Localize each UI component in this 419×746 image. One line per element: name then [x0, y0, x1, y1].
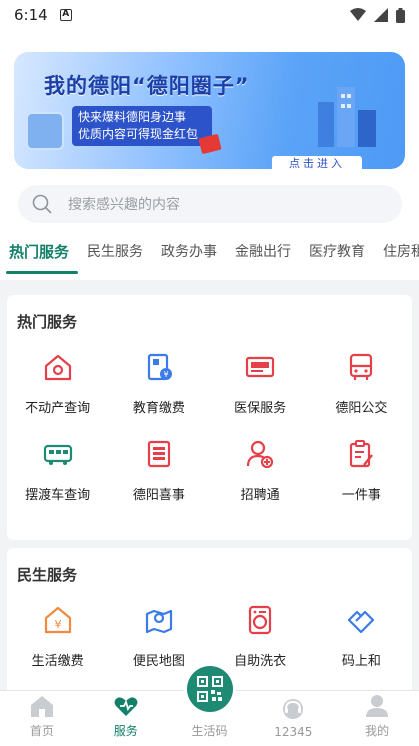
- nav-label: 12345: [274, 725, 313, 739]
- section-title: 热门服务: [17, 313, 78, 331]
- medical-insurance-card-icon: [244, 351, 276, 383]
- map-icon: [143, 604, 175, 636]
- life-code-button[interactable]: [187, 666, 233, 712]
- wifi-icon: [350, 8, 366, 21]
- service-label: 医保服务: [234, 401, 287, 416]
- service-deyang-wedding[interactable]: 德阳喜事: [108, 438, 209, 503]
- banner-subtitle: 快来爆料德阳身边事 优质内容可得现金红包: [72, 106, 212, 146]
- svg-text:¥: ¥: [163, 370, 168, 379]
- checklist-icon: [345, 438, 377, 470]
- tab-livelihood-services[interactable]: 民生服务: [78, 234, 152, 274]
- hot-services-card: 热门服务 不动产查询 ¥ 教育缴费 医保服务 德阳公交 摆渡车查询 德阳喜事 招…: [7, 295, 412, 540]
- status-bar: 6:14 A: [0, 0, 419, 30]
- utility-payment-icon: ¥: [42, 604, 74, 636]
- home-icon: [29, 694, 55, 718]
- category-tabs: 热门服务 民生服务 政务办事 金融出行 医疗教育 住房租: [0, 234, 419, 274]
- recruitment-icon: [244, 438, 276, 470]
- service-convenience-map[interactable]: 便民地图: [108, 604, 209, 669]
- service-one-thing[interactable]: 一件事: [311, 438, 412, 503]
- city-illustration-icon: [318, 87, 376, 147]
- service-education-payment[interactable]: ¥ 教育缴费: [108, 351, 209, 416]
- service-label: 教育缴费: [132, 401, 185, 416]
- service-label: 便民地图: [132, 654, 185, 669]
- banner-enter-button[interactable]: 点击进入: [272, 156, 362, 169]
- profile-icon: [364, 694, 390, 718]
- tab-hot-services[interactable]: 热门服务: [0, 234, 79, 274]
- wedding-icon: [143, 438, 175, 470]
- washing-machine-icon: [244, 604, 276, 636]
- service-recruitment[interactable]: 招聘通: [210, 438, 311, 503]
- nav-profile[interactable]: 我的: [335, 691, 419, 746]
- service-code-he[interactable]: 码上和: [311, 604, 412, 669]
- nav-home[interactable]: 首页: [0, 691, 84, 746]
- shuttle-bus-icon: [42, 438, 74, 470]
- bus-icon: [345, 351, 377, 383]
- service-shuttle-bus-query[interactable]: 摆渡车查询: [7, 438, 108, 503]
- nav-label: 生活码: [191, 724, 228, 738]
- nav-hotline-12345[interactable]: 12345: [251, 691, 335, 746]
- red-envelope-icon: [198, 133, 222, 155]
- banner-subtitle-line2: 优质内容可得现金红包: [78, 127, 199, 141]
- service-deyang-bus[interactable]: 德阳公交: [311, 351, 412, 416]
- tab-finance-travel[interactable]: 金融出行: [226, 234, 300, 274]
- search-placeholder: 搜索感兴趣的内容: [68, 197, 180, 213]
- search-bar[interactable]: 搜索感兴趣的内容: [18, 185, 402, 223]
- service-grid: ¥ 生活缴费 便民地图 自助洗衣 码上和: [7, 604, 412, 669]
- handshake-icon: [345, 604, 377, 636]
- tab-government-affairs[interactable]: 政务办事: [152, 234, 226, 274]
- service-label: 自助洗衣: [234, 654, 287, 669]
- tab-medical-education[interactable]: 医疗教育: [300, 234, 374, 274]
- service-label: 招聘通: [240, 488, 280, 503]
- service-icon: [113, 694, 139, 718]
- service-label: 一件事: [341, 488, 381, 503]
- nav-service[interactable]: 服务: [84, 691, 168, 746]
- qr-code-icon: [197, 676, 223, 702]
- service-label: 不动产查询: [25, 401, 91, 416]
- service-medical-insurance[interactable]: 医保服务: [210, 351, 311, 416]
- status-time: 6:14: [14, 6, 48, 24]
- service-label: 德阳公交: [335, 401, 388, 416]
- service-real-estate-query[interactable]: 不动产查询: [7, 351, 108, 416]
- house-icon: [42, 351, 74, 383]
- banner-subtitle-line1: 快来爆料德阳身边事: [78, 110, 187, 124]
- notification-icon: A: [59, 9, 72, 21]
- banner-title: 我的德阳“德阳圈子”: [44, 74, 250, 98]
- battery-icon: [396, 7, 405, 23]
- service-label: 摆渡车查询: [25, 488, 91, 503]
- nav-label: 我的: [365, 724, 390, 738]
- service-label: 德阳喜事: [132, 488, 185, 503]
- service-label: 生活缴费: [31, 654, 84, 669]
- tab-housing-rental[interactable]: 住房租: [374, 234, 419, 274]
- service-label: 码上和: [341, 654, 381, 669]
- promo-banner[interactable]: 我的德阳“德阳圈子” 快来爆料德阳身边事 优质内容可得现金红包 点击进入: [14, 52, 405, 169]
- hotline-icon: [280, 697, 306, 721]
- signal-icon: [374, 8, 388, 22]
- service-self-laundry[interactable]: 自助洗衣: [210, 604, 311, 669]
- nav-label: 服务: [113, 724, 138, 738]
- device-illustration-icon: [26, 112, 64, 150]
- nav-label: 首页: [29, 724, 54, 738]
- service-utility-payment[interactable]: ¥ 生活缴费: [7, 604, 108, 669]
- svg-text:¥: ¥: [54, 618, 61, 631]
- section-title: 民生服务: [17, 566, 78, 584]
- search-icon: [32, 194, 52, 214]
- education-payment-icon: ¥: [143, 351, 175, 383]
- service-grid: 不动产查询 ¥ 教育缴费 医保服务 德阳公交 摆渡车查询 德阳喜事 招聘通 一件…: [7, 351, 412, 503]
